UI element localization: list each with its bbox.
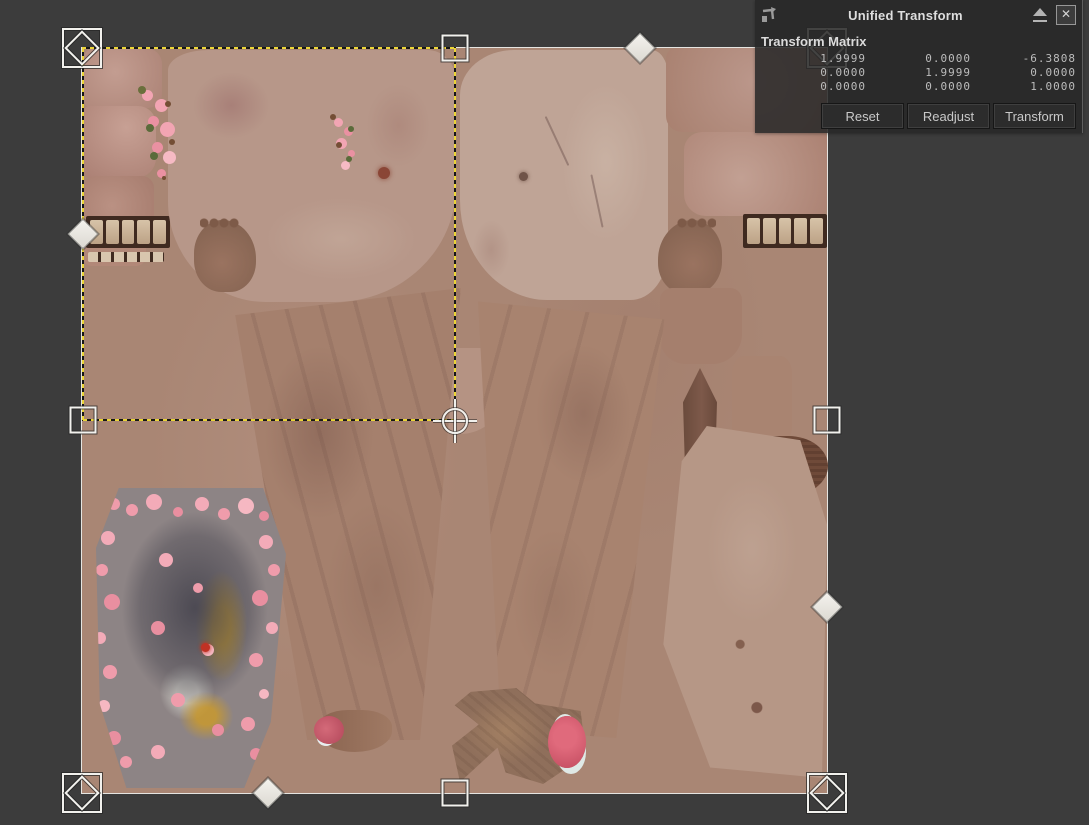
texture-teeth-strip [743,214,827,248]
matrix-cell: 0.0000 [971,66,1076,80]
handle-edge-right[interactable] [814,407,841,434]
texture-leg [660,426,827,778]
transform-matrix-values: 1.9999 0.0000 -6.3808 0.0000 1.9999 0.00… [755,49,1082,94]
texture-toe [548,716,586,768]
texture-skin-patch [732,356,792,444]
transform-button[interactable]: Transform [993,103,1076,129]
texture-skin-mark [378,167,390,179]
handle-corner-top-left[interactable] [62,28,102,68]
matrix-cell: 0.0000 [866,52,971,66]
matrix-cell: 0.0000 [866,80,971,94]
texture-dragon-eye [201,643,210,652]
matrix-cell: -6.3808 [971,52,1076,66]
dialog-button-row: Reset Readjust Transform [821,103,1076,129]
matrix-cell: 0.0000 [761,80,866,94]
texture-torso-back [460,50,668,300]
matrix-cell: 1.0000 [971,80,1076,94]
texture-toe [318,710,392,752]
readjust-button[interactable]: Readjust [907,103,990,129]
texture-flower-leaves [330,114,336,120]
close-icon[interactable]: ✕ [1056,5,1076,25]
texture-tattoo-flowers [108,498,120,510]
texture-skin-patch [660,288,742,364]
handle-edge-top[interactable] [442,35,469,62]
texture-skin-mark [519,172,528,181]
guide-original-bottom [83,419,455,421]
handle-edge-left[interactable] [70,407,97,434]
texture-teeth-strip [86,216,170,248]
texture-leg [478,288,670,738]
matrix-cell: 1.9999 [866,66,971,80]
dialog-titlebar[interactable]: Unified Transform ✕ [755,0,1082,30]
guide-original-top [82,47,456,49]
texture-skin-patch [82,106,156,178]
editor-canvas: Unified Transform ✕ Transform Matrix 1.9… [0,0,1089,825]
pivot-circle [442,408,468,434]
detach-dialog-icon[interactable] [1032,8,1048,22]
texture-foot [658,220,722,294]
unified-transform-dialog: Unified Transform ✕ Transform Matrix 1.9… [755,0,1083,133]
dialog-title: Unified Transform [779,8,1032,23]
transform-pivot-handle[interactable] [433,399,477,443]
handle-corner-bottom-right[interactable] [807,773,847,813]
unified-transform-tool-icon [759,5,779,25]
texture-flower-leaves [138,86,146,94]
texture-skin-patch [684,132,827,216]
texture-scar [590,174,603,227]
texture-scar [545,116,570,166]
texture-teeth-strip [88,252,164,262]
transform-matrix-heading: Transform Matrix [755,30,1082,49]
matrix-cell: 1.9999 [761,52,866,66]
matrix-cell: 0.0000 [761,66,866,80]
handle-corner-bottom-left[interactable] [62,773,102,813]
texture-flower-cluster [334,118,343,127]
reset-button[interactable]: Reset [821,103,904,129]
handle-edge-bottom[interactable] [442,780,469,807]
guide-original-right [454,48,456,421]
texture-tattoo-leg [96,488,286,788]
